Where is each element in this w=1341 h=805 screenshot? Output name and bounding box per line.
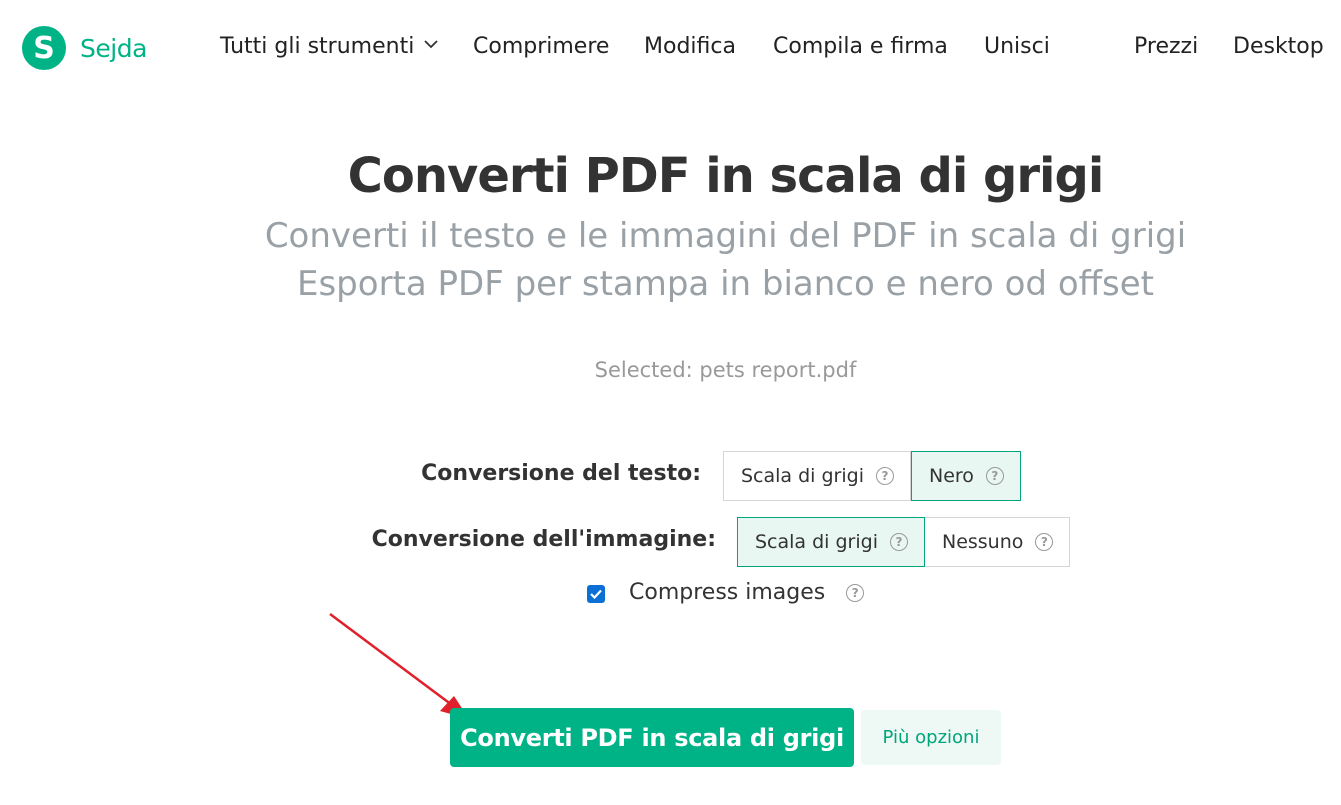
text-conversion-black-option[interactable]: Nero ? [910, 451, 1021, 501]
option-label: Scala di grigi [755, 531, 878, 553]
image-conversion-toggle: Scala di grigi ? Nessuno ? [737, 517, 1071, 567]
more-options-button[interactable]: Più opzioni [861, 710, 1001, 765]
help-icon[interactable]: ? [985, 467, 1004, 485]
nav-pricing[interactable]: Prezzi [1134, 34, 1198, 59]
sejda-logo[interactable]: S Sejda [22, 26, 147, 70]
text-conversion-toggle: Scala di grigi ? Nero ? [723, 451, 1021, 501]
image-conversion-grayscale-option[interactable]: Scala di grigi ? [737, 517, 925, 567]
compress-images-text: Compress images [629, 580, 826, 605]
nav-all-tools-label: Tutti gli strumenti [220, 34, 415, 59]
nav-desktop[interactable]: Desktop [1233, 34, 1324, 59]
text-conversion-grayscale-option[interactable]: Scala di grigi ? [723, 451, 911, 501]
option-label: Nero [928, 465, 974, 487]
annotation-arrow-icon [329, 612, 469, 719]
compress-images-label[interactable]: Compress images ? [629, 580, 865, 605]
nav-compress[interactable]: Comprimere [473, 34, 609, 59]
checkmark-icon [590, 589, 602, 599]
help-icon[interactable]: ? [846, 584, 865, 602]
selected-file-label: Selected: pets report.pdf [594, 358, 857, 382]
compress-images-checkbox[interactable] [587, 585, 605, 603]
option-label: Nessuno [941, 531, 1024, 553]
page-subtitle-line-1: Converti il testo e le immagini del PDF … [264, 216, 1187, 256]
help-icon[interactable]: ? [1035, 533, 1054, 551]
page-subtitle-line-2: Esporta PDF per stampa in bianco e nero … [296, 264, 1155, 304]
chevron-down-icon [424, 39, 438, 48]
logo-text: Sejda [80, 33, 147, 63]
help-icon[interactable]: ? [875, 467, 894, 485]
nav-edit[interactable]: Modifica [644, 34, 736, 59]
nav-merge[interactable]: Unisci [984, 34, 1050, 59]
image-conversion-label: Conversione dell'immagine: [371, 527, 716, 552]
image-conversion-none-option[interactable]: Nessuno ? [924, 517, 1071, 567]
nav-all-tools[interactable]: Tutti gli strumenti [220, 34, 438, 59]
help-icon[interactable]: ? [889, 533, 908, 551]
option-label: Scala di grigi [741, 465, 864, 487]
text-conversion-label: Conversione del testo: [421, 461, 701, 486]
convert-to-grayscale-button[interactable]: Converti PDF in scala di grigi [450, 708, 854, 767]
page-title: Converti PDF in scala di grigi [347, 148, 1105, 204]
logo-mark-icon: S [22, 26, 66, 70]
nav-fill-sign[interactable]: Compila e firma [773, 34, 948, 59]
